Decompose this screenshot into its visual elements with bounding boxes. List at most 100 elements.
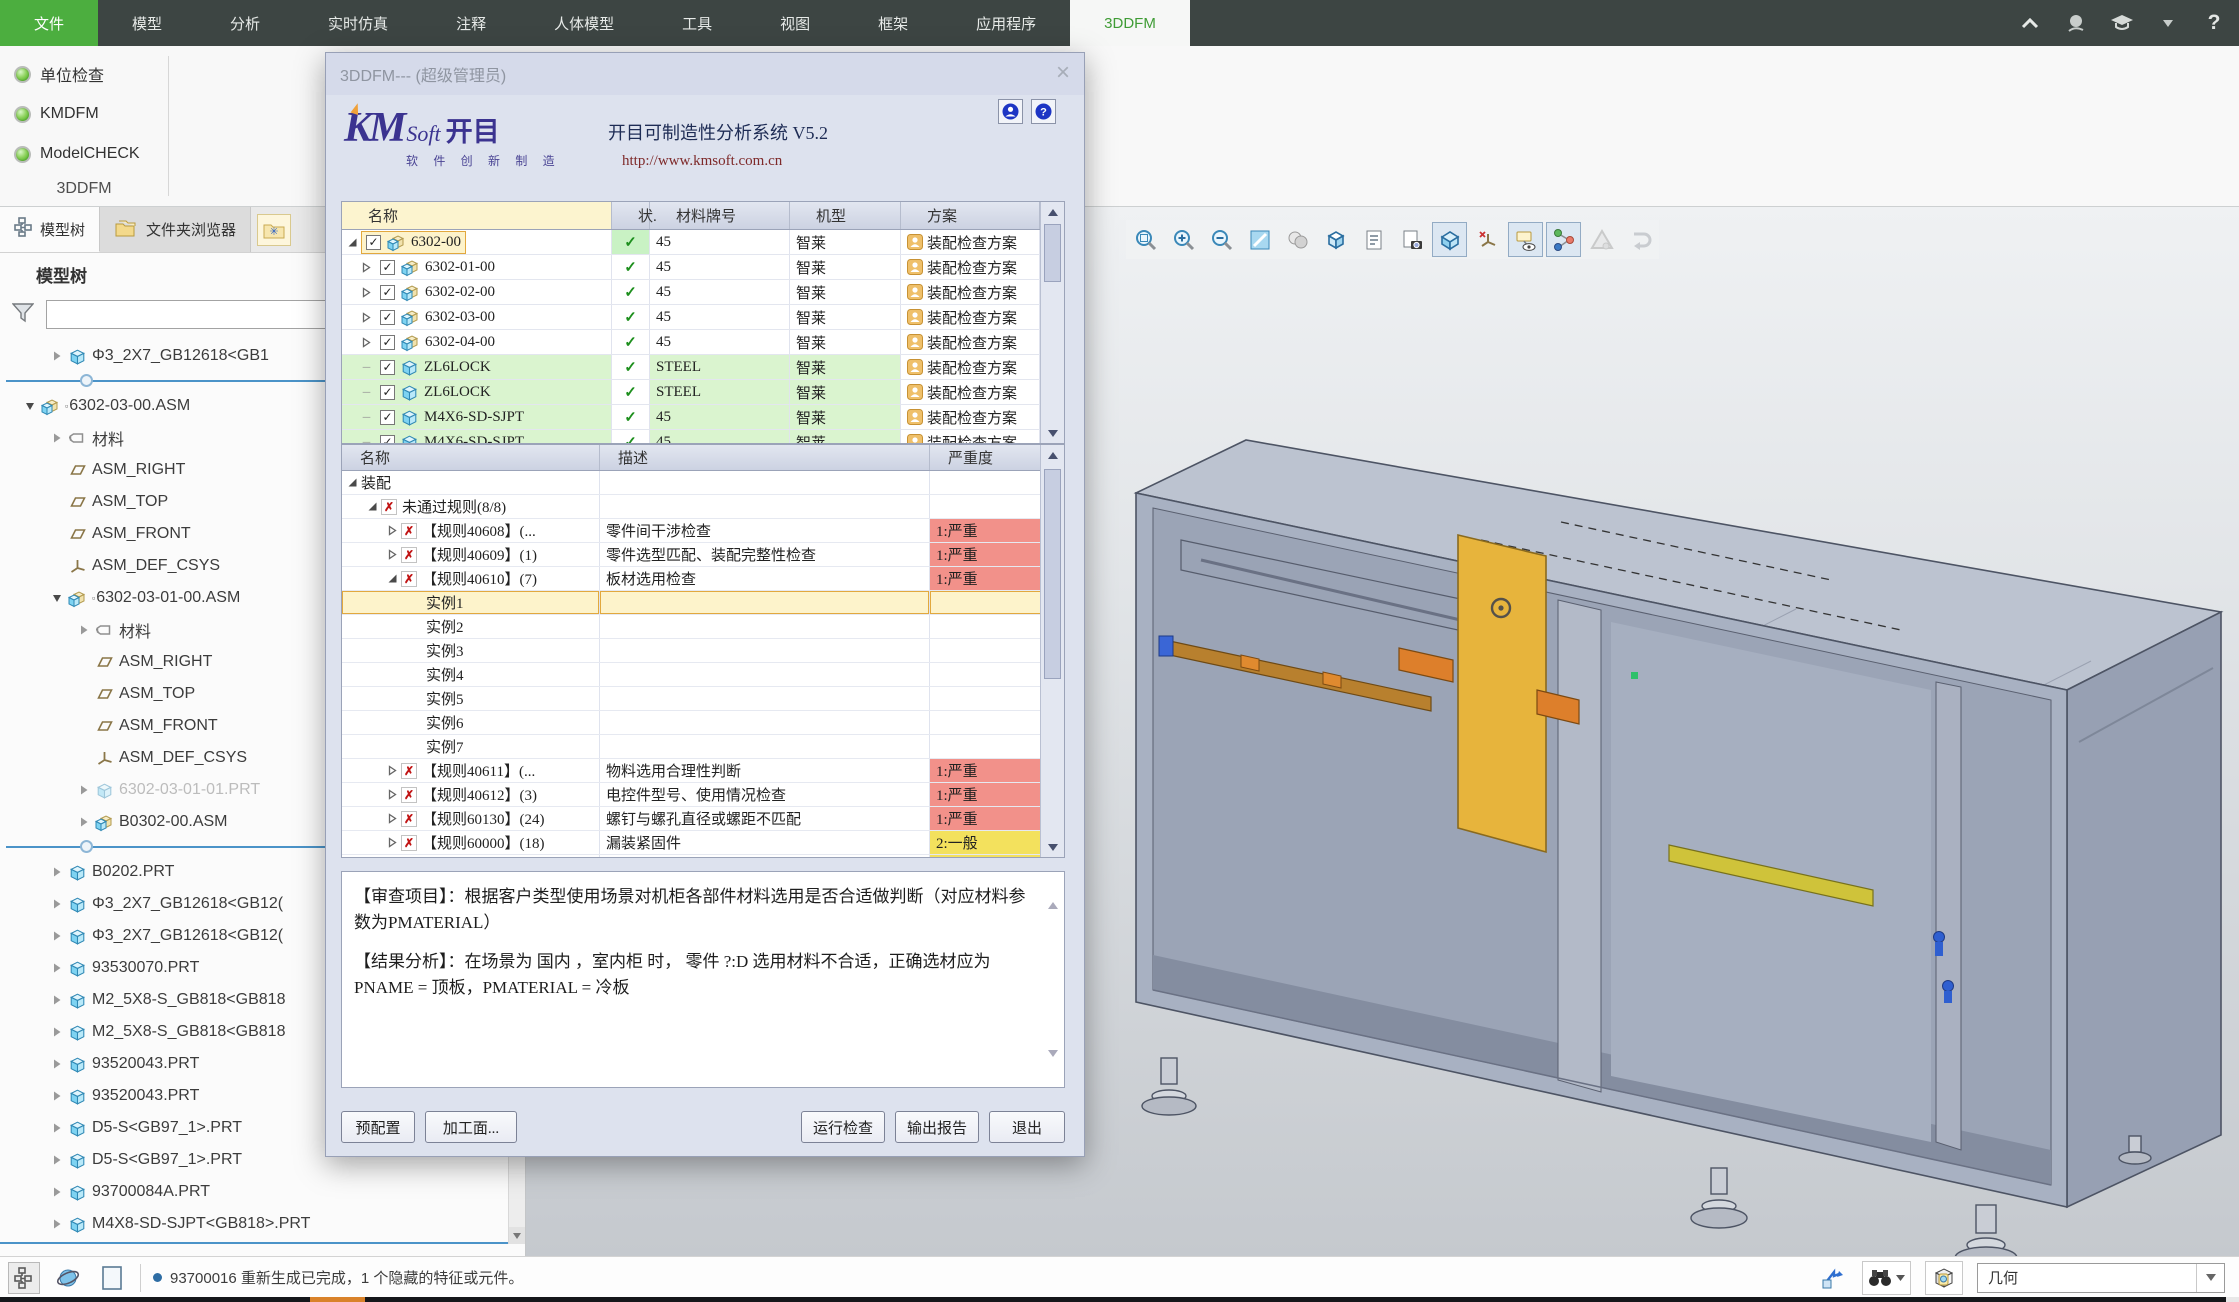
column-header-描述[interactable]: 描述 (600, 445, 930, 470)
menu-tab-工具[interactable]: 工具 (648, 0, 746, 46)
image-capture-icon[interactable] (1394, 222, 1429, 257)
plan-cell[interactable]: 装配检查方案 (901, 405, 1040, 429)
expand-closed-icon[interactable] (386, 813, 399, 824)
column-header-状.[interactable]: 状. (612, 202, 650, 229)
expand-closed-icon[interactable] (49, 1090, 65, 1102)
checkbox[interactable]: ✓ (380, 360, 395, 375)
tab-folder-browser[interactable]: 文件夹浏览器 (100, 207, 251, 252)
parts-row-6302-04-00[interactable]: ✓6302-04-00✓45智莱装配检查方案 (342, 330, 1040, 355)
plan-cell[interactable]: 装配检查方案 (901, 430, 1040, 443)
rules-row-【规则40612】(3)[interactable]: ✗【规则40612】(3)电控件型号、使用情况检查1:严重 (342, 783, 1040, 807)
plan-cell[interactable]: 装配检查方案 (901, 330, 1040, 354)
menu-tab-3DDFM[interactable]: 3DDFM (1070, 0, 1190, 46)
dialog-help-icon[interactable]: ? (1031, 99, 1056, 124)
plan-cell[interactable]: 装配检查方案 (901, 380, 1040, 404)
expand-closed-icon[interactable] (49, 1154, 65, 1166)
rules-row-【规则40608】(...[interactable]: ✗【规则40608】(...零件间干涉检查1:严重 (342, 519, 1040, 543)
search-binoculars-icon[interactable] (1862, 1261, 1911, 1295)
filter-funnel-icon[interactable] (12, 303, 34, 328)
plan-cell[interactable]: 装配检查方案 (901, 255, 1040, 279)
checkbox[interactable]: ✓ (380, 335, 395, 350)
expand-closed-icon[interactable] (76, 784, 92, 796)
display-style-icon[interactable] (1280, 222, 1315, 257)
expand-closed-icon[interactable] (76, 816, 92, 828)
scroll-down-icon[interactable] (1041, 837, 1064, 857)
refit-icon[interactable] (1128, 222, 1163, 257)
collapse-ribbon-icon[interactable] (2017, 10, 2043, 36)
menu-tab-实时仿真[interactable]: 实时仿真 (294, 0, 422, 46)
close-icon[interactable]: × (1056, 61, 1070, 85)
menu-tab-应用程序[interactable]: 应用程序 (942, 0, 1070, 46)
rules-row-实例5[interactable]: 实例5 (342, 687, 1040, 711)
scroll-up-icon[interactable] (1048, 880, 1058, 906)
plan-cell[interactable]: 装配检查方案 (901, 230, 1040, 254)
menu-tab-人体模型[interactable]: 人体模型 (520, 0, 648, 46)
column-header-名称[interactable]: 名称 (342, 445, 600, 470)
menu-tab-文件[interactable]: 文件 (0, 0, 98, 46)
scroll-down-icon[interactable] (509, 1227, 525, 1244)
parts-row-ZL6LOCK[interactable]: –✓ZL6LOCK✓STEEL智莱装配检查方案 (342, 380, 1040, 405)
rules-table-scrollbar[interactable] (1040, 445, 1064, 857)
expand-open-icon[interactable] (22, 400, 38, 412)
expand-closed-icon[interactable] (49, 350, 65, 362)
parts-row-M4X6-SD-SJPT[interactable]: –✓M4X6-SD-SJPT✓45智莱装配检查方案 (342, 405, 1040, 430)
help-icon[interactable]: ? (2201, 10, 2227, 36)
rules-row-实例7[interactable]: 实例7 (342, 735, 1040, 759)
repaint-icon[interactable] (1242, 222, 1277, 257)
rules-row-实例3[interactable]: 实例3 (342, 639, 1040, 663)
button-输出报告[interactable]: 输出报告 (895, 1111, 979, 1143)
rules-row-未通过规则(8/8)[interactable]: ✗未通过规则(8/8) (342, 495, 1040, 519)
expand-open-icon[interactable] (346, 237, 359, 248)
tab-model-tree[interactable]: 模型树 (0, 207, 100, 252)
column-header-方案[interactable]: 方案 (901, 202, 1040, 229)
expand-closed-icon[interactable] (360, 337, 373, 348)
expand-closed-icon[interactable] (386, 549, 399, 560)
button-退出[interactable]: 退出 (989, 1111, 1065, 1143)
filter-box-icon[interactable] (1925, 1261, 1963, 1295)
expand-closed-icon[interactable] (49, 930, 65, 942)
learning-dropdown-icon[interactable] (2155, 10, 2181, 36)
annotation-display-icon[interactable] (1508, 222, 1543, 257)
web-browser-icon[interactable] (52, 1262, 84, 1294)
expand-closed-icon[interactable] (360, 287, 373, 298)
column-header-严重度[interactable]: 严重度 (930, 445, 1040, 470)
expand-closed-icon[interactable] (49, 994, 65, 1006)
splitter-knob-icon[interactable] (80, 374, 93, 387)
rules-row-【规则60130】(24)[interactable]: ✗【规则60130】(24)螺钉与螺孔直径或螺距不匹配1:严重 (342, 807, 1040, 831)
column-header-机型[interactable]: 机型 (790, 202, 901, 229)
expand-closed-icon[interactable] (49, 898, 65, 910)
menu-tab-框架[interactable]: 框架 (844, 0, 942, 46)
expand-closed-icon[interactable] (49, 432, 65, 444)
checkbox[interactable]: ✓ (380, 410, 395, 425)
blank-panel-icon[interactable] (96, 1262, 128, 1294)
expand-open-icon[interactable] (366, 501, 379, 512)
expand-closed-icon[interactable] (386, 789, 399, 800)
button-运行检查[interactable]: 运行检查 (801, 1111, 885, 1143)
expand-closed-icon[interactable] (386, 525, 399, 536)
rules-row-【规则60000】(18)[interactable]: ✗【规则60000】(18)漏装紧固件2:一般 (342, 831, 1040, 855)
expand-closed-icon[interactable] (49, 1218, 65, 1230)
expand-closed-icon[interactable] (360, 262, 373, 273)
favorites-folder-icon[interactable]: ✳ (257, 214, 291, 246)
expand-closed-icon[interactable] (49, 962, 65, 974)
plan-cell[interactable]: 装配检查方案 (901, 305, 1040, 329)
scroll-down-icon[interactable] (1048, 1054, 1058, 1080)
checkbox[interactable]: ✓ (380, 285, 395, 300)
rules-row-【规则60120】(14)[interactable]: ✗【规则60120】(14)紧固件伸出长度过长或过短2:一般 (342, 855, 1040, 857)
datum-display-icon[interactable] (1470, 222, 1505, 257)
plan-cell[interactable]: 装配检查方案 (901, 280, 1040, 304)
saved-views-icon[interactable] (1318, 222, 1353, 257)
rules-row-实例2[interactable]: 实例2 (342, 615, 1040, 639)
3d-model-cabinet[interactable] (1101, 420, 2239, 1302)
expand-open-icon[interactable] (386, 573, 399, 584)
parts-table-scrollbar[interactable] (1040, 202, 1064, 443)
column-header-名称[interactable]: 名称 (342, 202, 612, 229)
flip-view-icon[interactable] (1622, 222, 1657, 257)
button-加工面...[interactable]: 加工面... (425, 1111, 517, 1143)
rules-row-【规则40611】(...[interactable]: ✗【规则40611】(...物料选用合理性判断1:严重 (342, 759, 1040, 783)
expand-open-icon[interactable] (346, 477, 359, 488)
zoom-out-icon[interactable] (1204, 222, 1239, 257)
selection-filter-select[interactable]: 几何 (1977, 1263, 2225, 1293)
splitter-knob-icon[interactable] (80, 840, 93, 853)
checkbox[interactable]: ✓ (380, 260, 395, 275)
